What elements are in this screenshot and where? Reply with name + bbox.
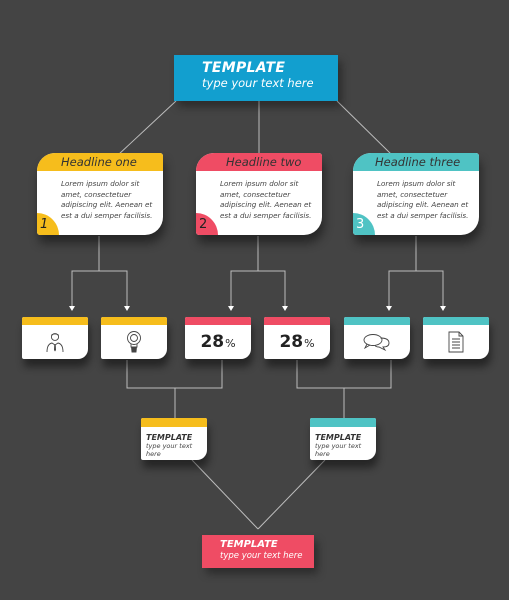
tile-color-bar — [22, 317, 88, 325]
connector-card-1-split-right — [99, 270, 128, 307]
bottom-template-box: TEMPLATE type your text here — [202, 535, 314, 568]
mid-template-title: TEMPLATE — [315, 433, 362, 442]
tile-percent-1: 28% — [185, 317, 251, 359]
arrow-head — [282, 306, 288, 311]
mid-color-bar — [310, 418, 376, 427]
top-template-box: TEMPLATE type your text here — [174, 55, 338, 101]
top-template-subtitle: type your text here — [202, 76, 314, 90]
connector-card-3-split — [388, 236, 417, 307]
lightbulb-icon — [101, 325, 167, 359]
connector-tiles-to-mid-1 — [126, 360, 223, 389]
tile-color-bar — [185, 317, 251, 325]
headline-card-1: Headline one Lorem ipsum dolor sit amet,… — [37, 153, 163, 235]
connector-mid-1-to-bottom — [191, 459, 259, 530]
card-headline: Headline one — [37, 153, 163, 171]
bottom-template-title: TEMPLATE — [220, 539, 278, 550]
arrow-head — [440, 306, 446, 311]
tile-color-bar — [264, 317, 330, 325]
document-icon — [423, 325, 489, 359]
headline-card-3: Headline three Lorem ipsum dolor sit ame… — [353, 153, 479, 235]
card-body: Lorem ipsum dolor sit amet, consectetuer… — [220, 179, 312, 220]
connector-card-1-split — [71, 236, 100, 307]
connector-card-2-split — [230, 236, 259, 307]
connector-top-to-card-3 — [336, 100, 393, 156]
connector-card-3-split-right — [416, 270, 444, 307]
connector-card-2-split-right — [258, 270, 286, 307]
mid-template-box-1: TEMPLATE type your text here — [141, 418, 207, 460]
mid-template-box-2: TEMPLATE type your text here — [310, 418, 376, 460]
tile-percent-2: 28% — [264, 317, 330, 359]
tile-color-bar — [344, 317, 410, 325]
arrow-head — [69, 306, 75, 311]
top-template-title: TEMPLATE — [202, 60, 286, 76]
tile-chat — [344, 317, 410, 359]
connector-mid-2-to-bottom — [257, 459, 326, 530]
chat-bubbles-icon — [344, 325, 410, 359]
tile-color-bar — [423, 317, 489, 325]
tile-lightbulb — [101, 317, 167, 359]
percent-value: 28% — [279, 332, 315, 352]
tile-color-bar — [101, 317, 167, 325]
percent-value: 28% — [200, 332, 236, 352]
card-body: Lorem ipsum dolor sit amet, consectetuer… — [377, 179, 469, 220]
mid-template-subtitle: type your text here — [315, 442, 362, 458]
headline-card-2: Headline two Lorem ipsum dolor sit amet,… — [196, 153, 322, 235]
tile-person — [22, 317, 88, 359]
mid-template-title: TEMPLATE — [146, 433, 193, 442]
flowchart-canvas: TEMPLATE type your text here Headline on… — [0, 0, 509, 600]
connector-tiles-to-mid-2 — [296, 360, 392, 389]
card-headline: Headline three — [353, 153, 479, 171]
connector-top-to-card-1 — [117, 100, 177, 156]
arrow-head — [228, 306, 234, 311]
mid-color-bar — [141, 418, 207, 427]
mid-template-subtitle: type your text here — [146, 442, 193, 458]
person-icon — [22, 325, 88, 359]
arrow-head — [386, 306, 392, 311]
arrow-head — [124, 306, 130, 311]
tile-document — [423, 317, 489, 359]
card-body: Lorem ipsum dolor sit amet, consectetuer… — [61, 179, 153, 220]
bottom-template-subtitle: type your text here — [220, 551, 303, 561]
card-headline: Headline two — [196, 153, 322, 171]
